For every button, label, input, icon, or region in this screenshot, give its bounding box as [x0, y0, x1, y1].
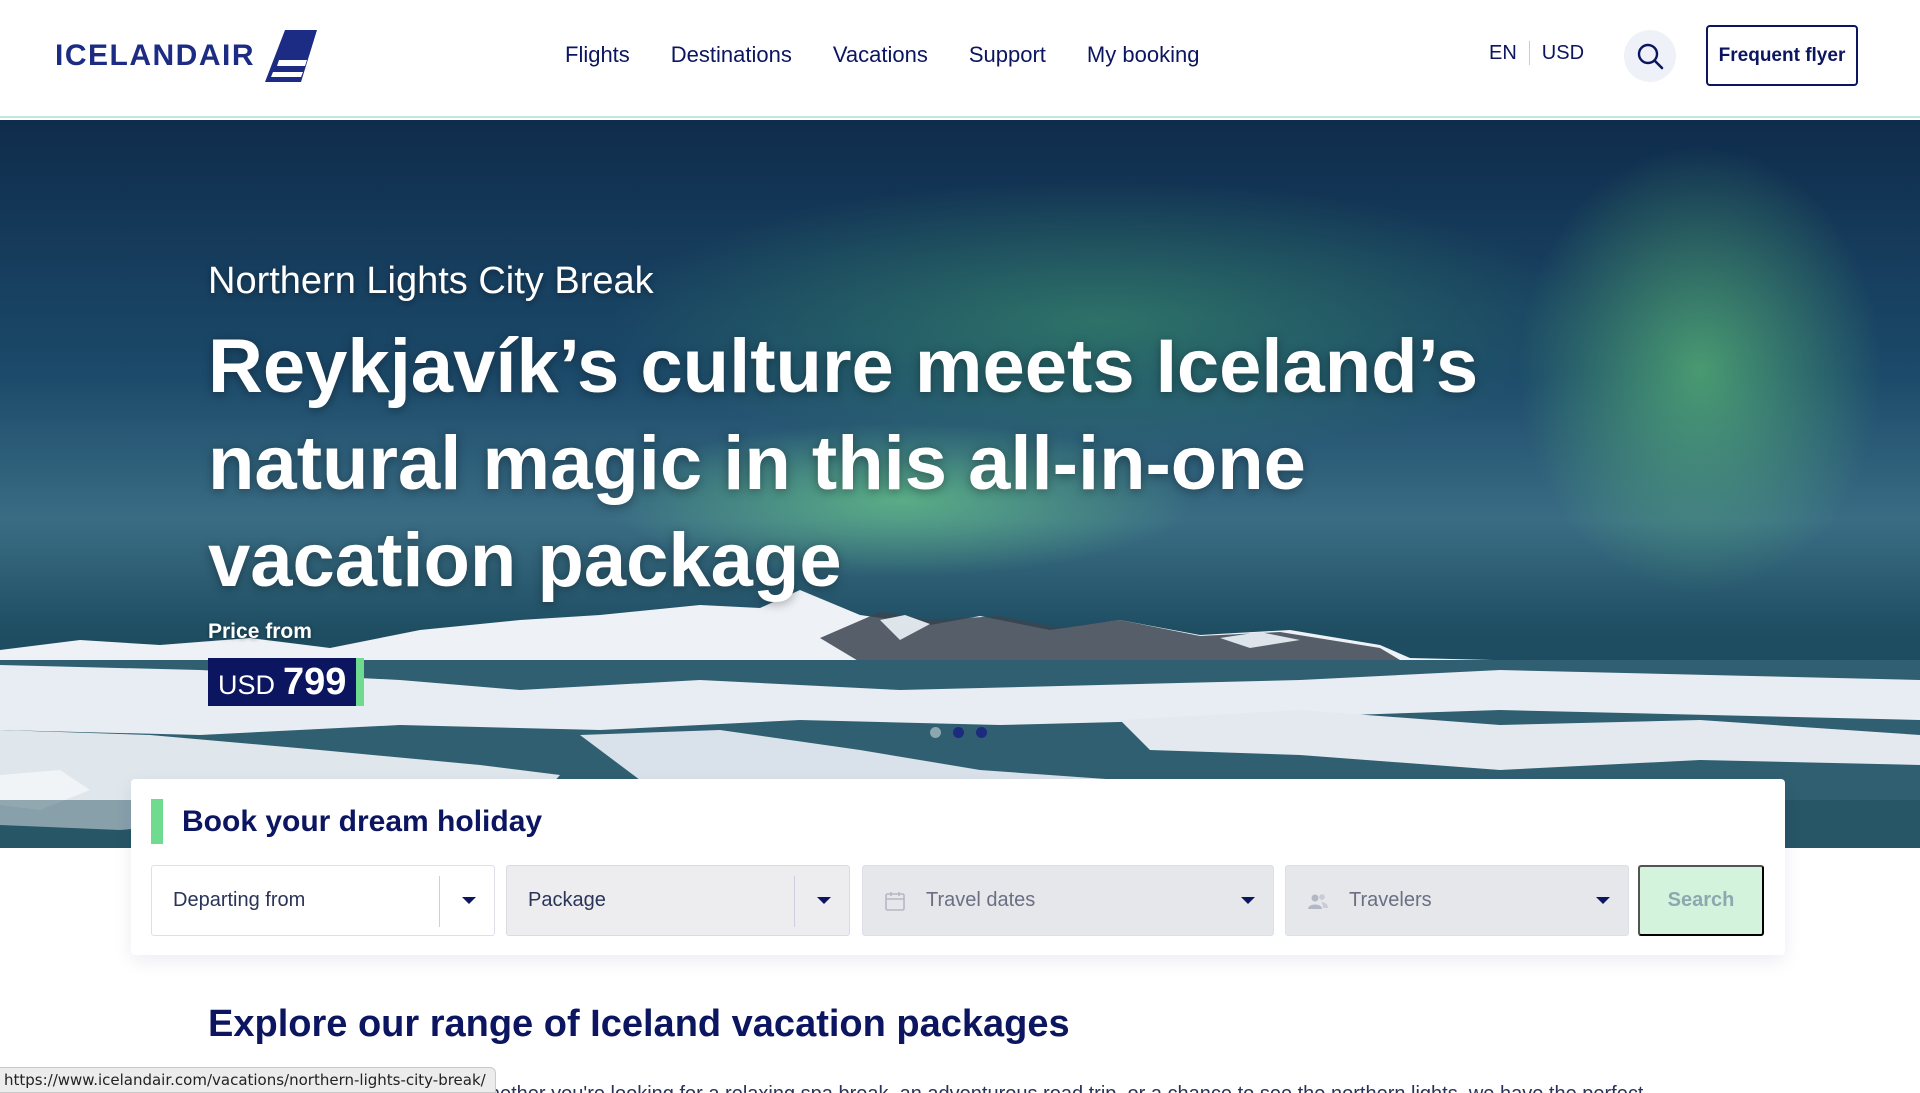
chevron-down-icon — [817, 897, 831, 904]
nav-support[interactable]: Support — [969, 40, 1046, 70]
package-label: Package — [528, 889, 606, 911]
carousel-dot-3[interactable] — [976, 727, 987, 738]
travelers-select[interactable]: Travelers — [1285, 865, 1629, 936]
hero-title: Reykjavík’s culture meets Iceland’s natu… — [208, 324, 1479, 603]
travel-dates-select[interactable]: Travel dates — [862, 865, 1274, 936]
carousel-dot-1[interactable] — [930, 727, 941, 738]
nav-destinations[interactable]: Destinations — [671, 40, 792, 70]
nav-vacations[interactable]: Vacations — [833, 40, 928, 70]
site-header: ICELANDAIR Flights Destinations Vacation… — [0, 0, 1920, 118]
booking-accent-bar — [151, 799, 163, 844]
link-status-bar: https://www.icelandair.com/vacations/nor… — [0, 1067, 496, 1093]
hero-subtitle: Northern Lights City Break — [208, 260, 654, 302]
price-accent-bar — [356, 658, 365, 706]
departing-from-select[interactable]: Departing from — [151, 865, 495, 936]
chevron-down-icon — [1596, 897, 1610, 904]
select-divider — [794, 876, 795, 927]
locale-selector[interactable]: EN USD — [1489, 41, 1584, 65]
price-badge: USD 799 — [208, 658, 365, 706]
hero-banner: Northern Lights City Break Reykjavík’s c… — [0, 120, 1920, 848]
explore-description: Whether you're looking for a relaxing sp… — [470, 1083, 1643, 1093]
header-search-button[interactable] — [1624, 30, 1676, 82]
carousel-indicators — [930, 727, 987, 738]
currency-code[interactable]: USD — [1542, 42, 1584, 65]
calendar-icon — [885, 892, 905, 911]
logo-wing-icon — [265, 30, 317, 82]
price-label: Price from — [208, 620, 312, 643]
chevron-down-icon — [462, 897, 476, 904]
logo-wordmark: ICELANDAIR — [55, 39, 255, 72]
nav-my-booking[interactable]: My booking — [1087, 40, 1200, 70]
booking-search-button[interactable]: Search — [1638, 865, 1764, 936]
locale-divider — [1528, 41, 1530, 65]
price-currency: USD — [218, 670, 276, 700]
frequent-flyer-button[interactable]: Frequent flyer — [1706, 25, 1858, 86]
language-code[interactable]: EN — [1489, 42, 1517, 65]
search-icon — [1637, 43, 1664, 70]
price-value: 799 — [283, 661, 347, 703]
explore-heading: Explore our range of Iceland vacation pa… — [208, 1003, 1070, 1045]
departing-from-label: Departing from — [173, 889, 306, 911]
package-select[interactable]: Package — [506, 865, 850, 936]
main-nav: Flights Destinations Vacations Support M… — [565, 40, 1240, 70]
carousel-dot-2[interactable] — [953, 727, 964, 738]
travelers-icon — [1308, 894, 1328, 909]
select-divider — [439, 876, 440, 927]
nav-flights[interactable]: Flights — [565, 40, 630, 70]
booking-panel: Book your dream holiday Departing from P… — [131, 779, 1785, 955]
booking-title: Book your dream holiday — [182, 805, 543, 838]
chevron-down-icon — [1241, 897, 1255, 904]
icelandair-logo[interactable]: ICELANDAIR — [55, 30, 317, 82]
